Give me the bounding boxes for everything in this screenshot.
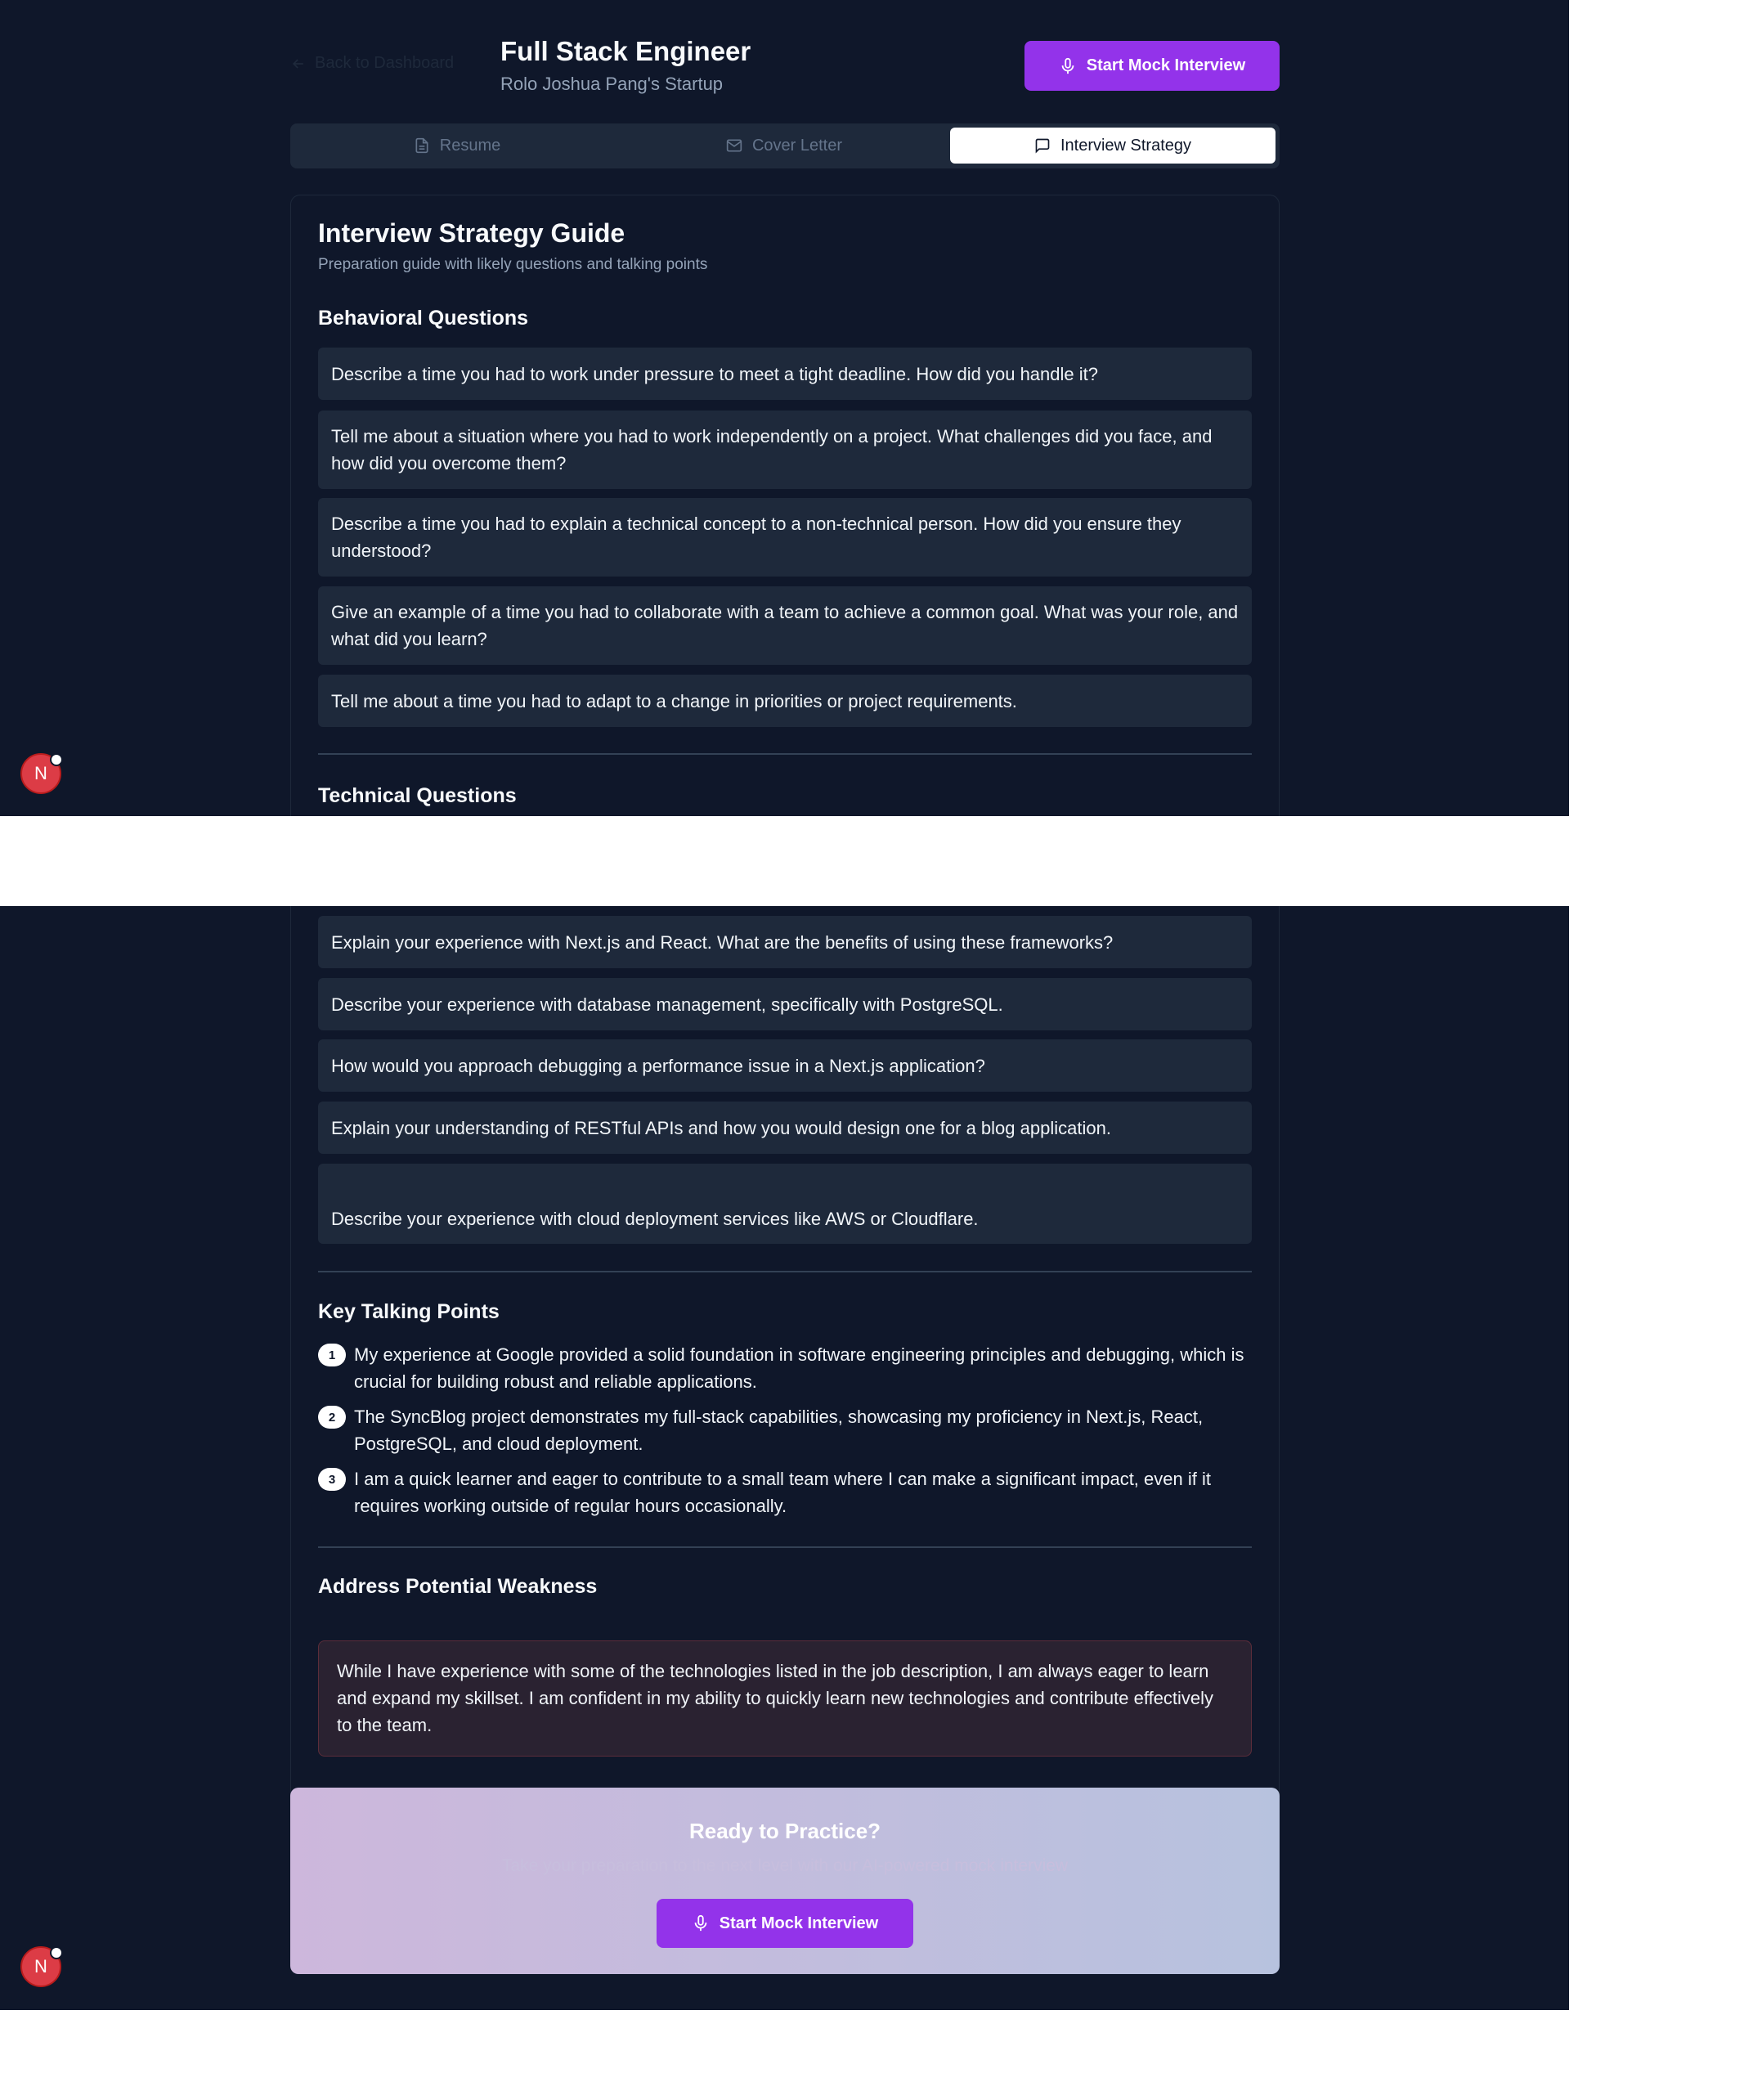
mail-icon bbox=[726, 139, 742, 152]
talking-point: 1 My experience at Google provided a sol… bbox=[318, 1341, 1252, 1395]
section-divider bbox=[318, 753, 1252, 755]
start-mock-interview-button[interactable]: Start Mock Interview bbox=[1024, 41, 1280, 91]
technical-title: Technical Questions bbox=[318, 784, 517, 807]
practice-banner: Ready to Practice? Take your preparation… bbox=[290, 1788, 1280, 1974]
job-title: Full Stack Engineer bbox=[500, 36, 751, 66]
content-column: Explain your experience with Next.js and… bbox=[290, 906, 1280, 2010]
button-label: Start Mock Interview bbox=[719, 1914, 879, 1932]
tab-resume[interactable]: Resume bbox=[294, 128, 620, 164]
talking-point: 2 The SyncBlog project demonstrates my f… bbox=[318, 1403, 1252, 1457]
weakness-title: Address Potential Weakness bbox=[318, 1575, 598, 1598]
tab-label: Interview Strategy bbox=[1060, 136, 1192, 155]
talking-point-text: My experience at Google provided a solid… bbox=[354, 1344, 1244, 1392]
weakness-box: While I have experience with some of the… bbox=[318, 1640, 1252, 1757]
back-label: Back to Dashboard bbox=[315, 54, 455, 72]
behavioral-title: Behavioral Questions bbox=[318, 307, 529, 330]
section-divider bbox=[318, 1546, 1252, 1548]
message-icon bbox=[1035, 138, 1050, 154]
back-to-dashboard-link[interactable]: Back to Dashboard bbox=[290, 54, 454, 73]
list-item: Describe your experience with database m… bbox=[318, 978, 1252, 1030]
content-column: Back to Dashboard Full Stack Engineer Ro… bbox=[290, 0, 1280, 816]
company-name: Rolo Joshua Pang's Startup bbox=[500, 74, 724, 94]
avatar[interactable]: N bbox=[20, 1946, 63, 1987]
notification-dot bbox=[50, 753, 63, 766]
practice-title: Ready to Practice? bbox=[688, 1819, 881, 1843]
practice-subtitle: Take your preparation to the next level … bbox=[501, 1856, 1069, 1875]
section-divider bbox=[318, 1271, 1252, 1272]
microphone-icon bbox=[1061, 57, 1074, 74]
viewport-top: Back to Dashboard Full Stack Engineer Ro… bbox=[0, 0, 1569, 816]
button-label: Start Mock Interview bbox=[1086, 56, 1246, 74]
tab-label: Cover Letter bbox=[751, 136, 843, 155]
file-icon bbox=[415, 137, 428, 154]
list-item: Describe your experience with cloud depl… bbox=[318, 1164, 1252, 1244]
tab-cover-letter[interactable]: Cover Letter bbox=[621, 128, 947, 164]
start-mock-interview-button[interactable]: Start Mock Interview bbox=[657, 1899, 913, 1948]
viewport-bottom: Explain your experience with Next.js and… bbox=[0, 906, 1569, 2010]
strategy-card-continued: Explain your experience with Next.js and… bbox=[290, 906, 1280, 1849]
avatar[interactable]: N bbox=[20, 753, 63, 794]
list-item: Tell me about a situation where you had … bbox=[318, 411, 1252, 489]
list-item: Describe a time you had to explain a tec… bbox=[318, 498, 1252, 577]
list-item: Explain your understanding of RESTful AP… bbox=[318, 1102, 1252, 1154]
talking-point: 3 I am a quick learner and eager to cont… bbox=[318, 1465, 1252, 1519]
avatar-letter: N bbox=[34, 1956, 47, 1977]
list-item: Describe a time you had to work under pr… bbox=[318, 348, 1252, 400]
strategy-card: Interview Strategy Guide Preparation gui… bbox=[290, 195, 1280, 816]
guide-title: Interview Strategy Guide bbox=[318, 218, 625, 248]
microphone-icon bbox=[694, 1914, 707, 1932]
number-badge: 3 bbox=[318, 1468, 346, 1491]
number-badge: 2 bbox=[318, 1406, 346, 1429]
talking-point-text: The SyncBlog project demonstrates my ful… bbox=[354, 1407, 1204, 1454]
arrow-left-icon bbox=[292, 58, 303, 69]
tab-interview-strategy[interactable]: Interview Strategy bbox=[950, 128, 1275, 164]
list-item: How would you approach debugging a perfo… bbox=[318, 1039, 1252, 1092]
list-item: Give an example of a time you had to col… bbox=[318, 586, 1252, 665]
tab-label: Resume bbox=[439, 136, 501, 155]
talking-point-text: I am a quick learner and eager to contri… bbox=[354, 1469, 1211, 1516]
list-item: Tell me about a time you had to adapt to… bbox=[318, 675, 1252, 727]
number-badge: 1 bbox=[318, 1344, 346, 1366]
list-item: Explain your experience with Next.js and… bbox=[318, 916, 1252, 968]
talking-points-title: Key Talking Points bbox=[318, 1300, 500, 1323]
notification-dot bbox=[50, 1946, 63, 1959]
avatar-letter: N bbox=[34, 763, 47, 783]
guide-subtitle: Preparation guide with likely questions … bbox=[318, 256, 708, 273]
tab-bar: Resume Cover Letter Interview Strategy bbox=[290, 123, 1280, 168]
